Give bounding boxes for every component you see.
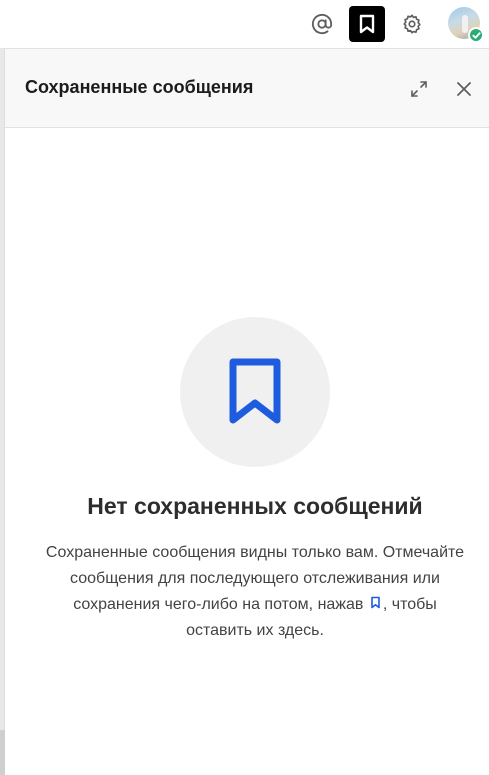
empty-state-description: Сохраненные сообщения видны только вам. … xyxy=(45,540,465,644)
empty-state-illustration xyxy=(180,317,330,467)
panel-title: Сохраненные сообщения xyxy=(25,77,254,97)
gear-icon xyxy=(403,14,421,34)
at-icon xyxy=(311,13,333,35)
empty-state-title: Нет сохраненных сообщений xyxy=(87,493,423,519)
expand-button[interactable] xyxy=(407,77,431,101)
bookmark-icon xyxy=(359,14,375,34)
close-icon xyxy=(457,82,471,96)
top-bar xyxy=(0,0,489,48)
left-pane-edge xyxy=(0,48,5,775)
expand-icon xyxy=(411,81,427,97)
scrollbar[interactable] xyxy=(0,730,5,775)
presence-badge xyxy=(468,27,484,43)
inline-bookmark-icon xyxy=(370,592,381,618)
saved-items-button[interactable] xyxy=(349,6,385,42)
settings-button[interactable] xyxy=(394,6,430,42)
mentions-button[interactable] xyxy=(304,6,340,42)
user-avatar[interactable] xyxy=(448,7,484,43)
close-button[interactable] xyxy=(452,77,476,101)
bookmark-icon xyxy=(229,358,281,424)
checkmark-icon xyxy=(471,31,481,39)
panel-header: Сохраненные сообщения xyxy=(5,48,489,128)
